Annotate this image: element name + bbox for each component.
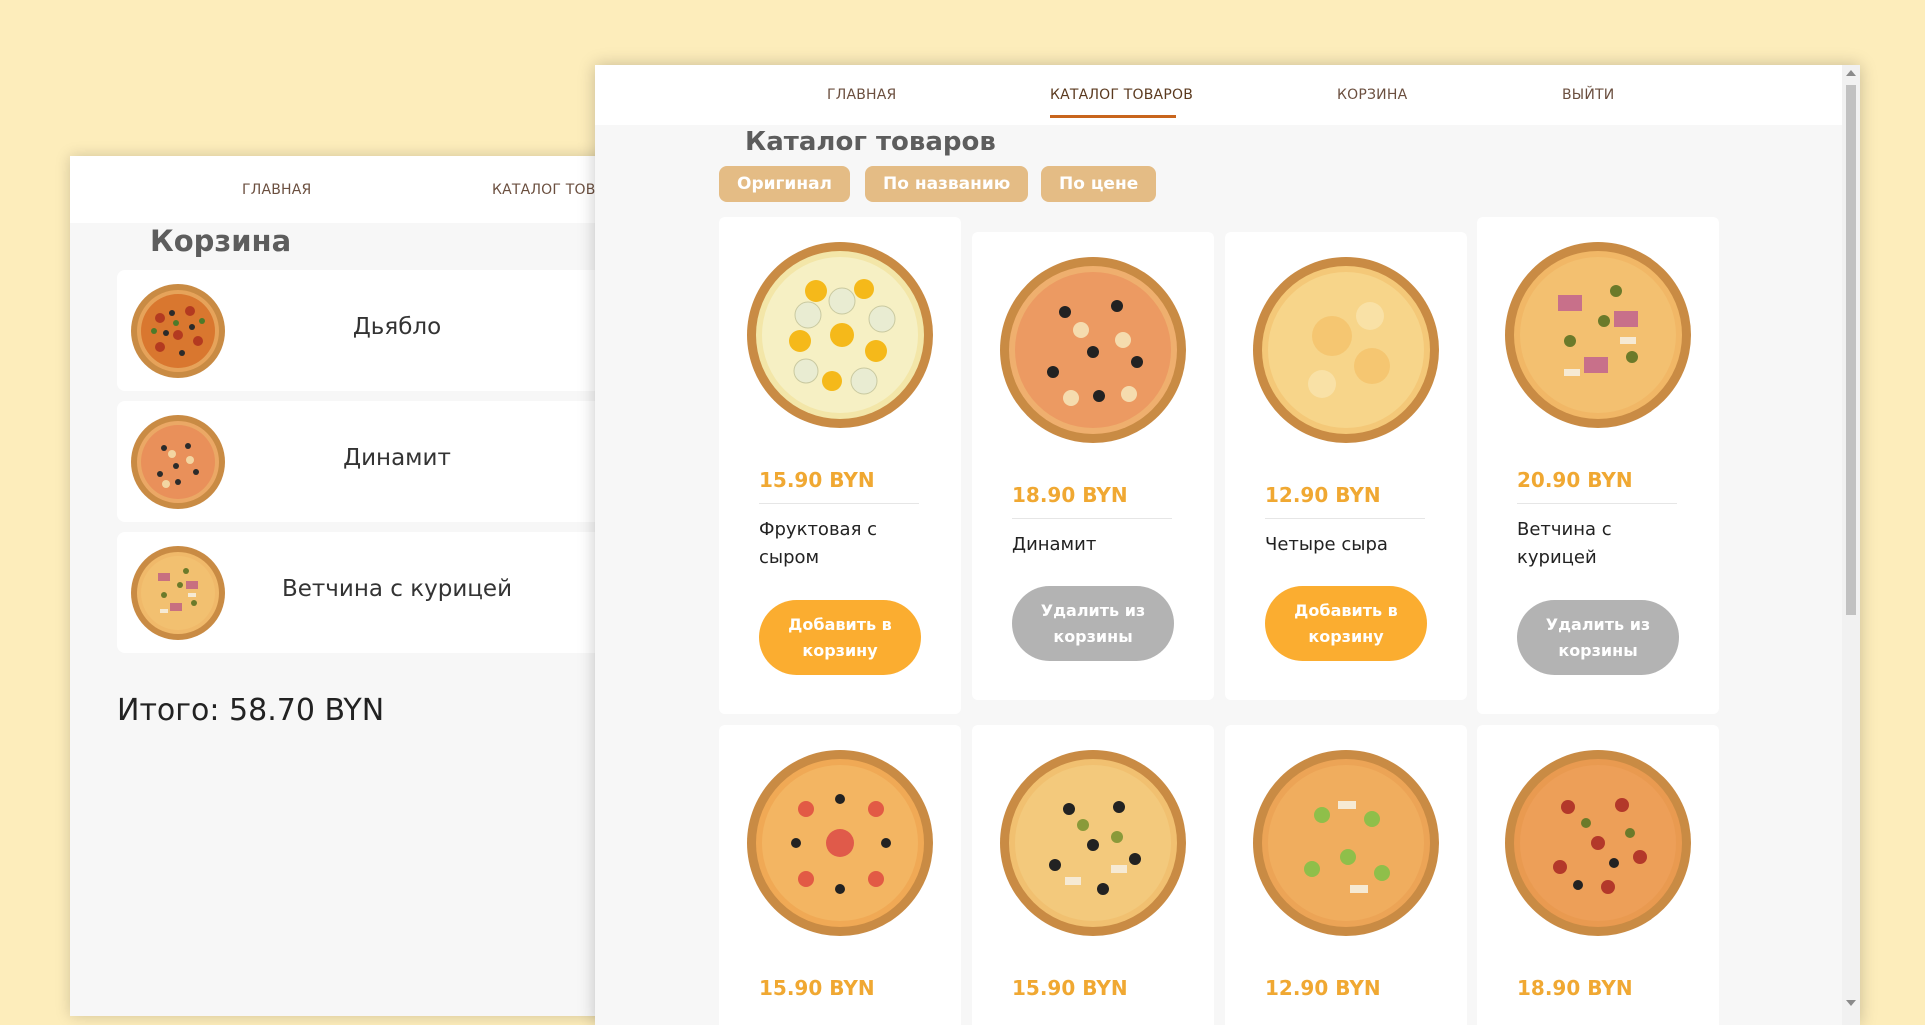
product-card: 12.90 BYN Четыре сыра Добавить в корзину <box>1225 232 1467 700</box>
product-price: 15.90 BYN <box>759 976 875 1000</box>
scrollbar-thumb[interactable] <box>1846 85 1856 615</box>
cart-item-name: Динамит <box>343 445 451 471</box>
scrollbar[interactable] <box>1842 65 1860 1025</box>
product-card: 15.90 BYN Фруктовая с сыром Добавить в к… <box>719 217 961 714</box>
nav-cart[interactable]: КОРЗИНА <box>1337 87 1407 103</box>
product-price: 15.90 BYN <box>1012 976 1128 1000</box>
pizza-four-cheese-image <box>1253 257 1439 443</box>
nav-logout[interactable]: ВЫЙТИ <box>1562 87 1614 103</box>
pizza-image <box>1505 750 1691 936</box>
scroll-down-icon[interactable] <box>1846 1000 1856 1006</box>
product-price: 12.90 BYN <box>1265 976 1381 1000</box>
product-card: 15.90 BYN <box>719 725 961 1025</box>
remove-from-cart-button[interactable]: Удалить из корзины <box>1012 586 1174 661</box>
product-price: 18.90 BYN <box>1012 483 1128 507</box>
nav-catalog[interactable]: КАТАЛОГ ТОВАРОВ <box>1050 87 1193 103</box>
pizza-ham-chicken-image <box>1505 242 1691 428</box>
sort-by-name-button[interactable]: По названию <box>865 166 1029 202</box>
add-to-cart-button[interactable]: Добавить в корзину <box>759 600 921 675</box>
remove-from-cart-button[interactable]: Удалить из корзины <box>1517 600 1679 675</box>
cart-item: Динамит <box>117 401 677 522</box>
product-card: 15.90 BYN <box>972 725 1214 1025</box>
cart-item-name: Дьябло <box>352 314 442 340</box>
pizza-dynamite-image <box>1000 257 1186 443</box>
active-nav-underline <box>1050 115 1176 118</box>
product-card: 18.90 BYN <box>1477 725 1719 1025</box>
catalog-navbar: ГЛАВНАЯ КАТАЛОГ ТОВАРОВ КОРЗИНА ВЫЙТИ <box>595 65 1842 125</box>
cart-total: Итого: 58.70 BYN <box>117 693 385 728</box>
product-card: 12.90 BYN <box>1225 725 1467 1025</box>
product-price: 15.90 BYN <box>759 468 875 492</box>
divider <box>759 503 919 504</box>
nav-home[interactable]: ГЛАВНАЯ <box>827 87 896 103</box>
product-title: Ветчина с курицей <box>1517 519 1612 568</box>
catalog-window: ГЛАВНАЯ КАТАЛОГ ТОВАРОВ КОРЗИНА ВЫЙТИ Ка… <box>595 65 1860 1025</box>
pizza-image <box>747 750 933 936</box>
product-price: 20.90 BYN <box>1517 468 1633 492</box>
cart-item: Ветчина с курицей <box>117 532 677 653</box>
pizza-fruit-cheese-image <box>747 242 933 428</box>
cart-item-name: Ветчина с курицей <box>281 576 513 602</box>
scroll-up-icon[interactable] <box>1846 70 1856 76</box>
product-title: Фруктовая с сыром <box>759 519 878 568</box>
product-price: 18.90 BYN <box>1517 976 1633 1000</box>
page-title: Корзина <box>150 224 292 258</box>
divider <box>1012 518 1172 519</box>
product-title: Динамит <box>1012 534 1097 555</box>
product-price: 12.90 BYN <box>1265 483 1381 507</box>
sort-by-price-button[interactable]: По цене <box>1041 166 1157 202</box>
nav-home[interactable]: ГЛАВНАЯ <box>242 182 311 198</box>
cart-item: Дьябло <box>117 270 677 391</box>
divider <box>1265 518 1425 519</box>
add-to-cart-button[interactable]: Добавить в корзину <box>1265 586 1427 661</box>
divider <box>1517 503 1677 504</box>
pizza-image <box>1000 750 1186 936</box>
sort-original-button[interactable]: Оригинал <box>719 166 850 202</box>
product-title: Четыре сыра <box>1265 534 1388 555</box>
pizza-image <box>1253 750 1439 936</box>
product-card: 20.90 BYN Ветчина с курицей Удалить из к… <box>1477 217 1719 714</box>
product-card: 18.90 BYN Динамит Удалить из корзины <box>972 232 1214 700</box>
page-title: Каталог товаров <box>745 127 996 157</box>
